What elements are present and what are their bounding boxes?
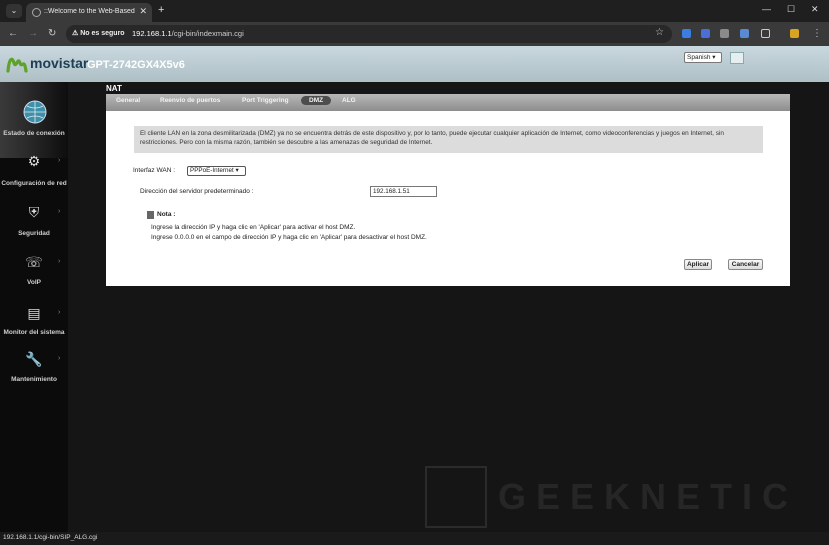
nat-subnav: General Reenvío de puertos Port Triggeri… [106, 94, 790, 111]
movistar-logo-icon [6, 57, 28, 73]
note-line-1: Ingrese la dirección IP y haga clic en '… [151, 224, 356, 231]
bookmark-star-icon[interactable]: ☆ [655, 27, 664, 38]
url-field[interactable]: ⚠ No es seguro 192.168.1.1/cgi-bin/index… [66, 25, 672, 43]
router-page: movistar GPT-2742GX4X5v6 Spanish ▾ NAT G… [0, 46, 829, 532]
sidebar-item-voip[interactable]: ☏ › VoIP [0, 253, 68, 297]
sidebar-item-security[interactable]: ⛨ › Seguridad [0, 203, 68, 247]
phone-icon: ☏ [25, 254, 43, 270]
chevron-right-icon: › [58, 355, 61, 362]
close-tab-icon[interactable]: ✕ [139, 6, 147, 17]
url-path: /cgi-bin/indexmain.cgi [171, 29, 244, 38]
chevron-right-icon: › [58, 309, 61, 316]
globe-icon [23, 100, 47, 124]
tab-port-triggering[interactable]: Port Triggering [242, 97, 289, 104]
tab-dmz[interactable]: DMZ [301, 96, 332, 105]
minimize-icon[interactable]: — [762, 4, 771, 14]
url-text: 192.168.1.1/cgi-bin/indexmain.cgi [132, 29, 244, 38]
browser-tab-bar: ⌄ ::Welcome to the Web-Based C ✕ + — ☐ ✕ [0, 0, 829, 22]
sidebar-label: Mantenimiento [11, 376, 57, 383]
note-line-2: Ingrese 0.0.0.0 en el campo de dirección… [151, 234, 427, 241]
browser-status-bar: 192.168.1.1/cgi-bin/SIP_ALG.cgi [0, 532, 829, 545]
reload-icon[interactable]: ↻ [48, 28, 56, 39]
dmz-info-box: El cliente LAN en la zona desmilitarizad… [134, 126, 763, 153]
tab-general[interactable]: General [116, 97, 140, 104]
watermark-text: GEEKNETIC [498, 476, 799, 517]
tab-alg[interactable]: ALG [342, 97, 356, 104]
chevron-right-icon: › [58, 208, 61, 215]
extension-icon[interactable] [701, 29, 710, 38]
wan-interface-value: PPPoE-Internet [190, 167, 234, 174]
shield-icon: ⛨ [28, 204, 40, 220]
sidebar-label: Seguridad [18, 230, 50, 237]
not-secure-badge[interactable]: ⚠ No es seguro [72, 29, 125, 37]
logout-icon[interactable] [730, 52, 744, 64]
extension-icon[interactable] [740, 29, 749, 38]
sidebar-item-maintenance[interactable]: 🔧 › Mantenimiento [0, 350, 68, 390]
sidebar-label: Configuración de red [1, 180, 67, 187]
sidebar-item-connection-status[interactable]: Estado de conexión [0, 82, 68, 152]
cancel-button[interactable]: Cancelar [728, 259, 763, 270]
brand-name: movistar [30, 55, 89, 71]
tab-search-icon[interactable]: ⌄ [6, 4, 22, 18]
back-icon[interactable]: ← [8, 28, 18, 39]
new-tab-icon[interactable]: + [158, 4, 164, 16]
server-address-label: Dirección del servidor predeterminado : [140, 188, 254, 195]
extensions-puzzle-icon[interactable] [761, 29, 770, 38]
server-address-input[interactable]: 192.168.1.51 [370, 186, 437, 197]
sidebar-label: VoIP [27, 279, 41, 286]
address-bar: ← → ↻ ⚠ No es seguro 192.168.1.1/cgi-bin… [0, 22, 829, 46]
router-header: movistar GPT-2742GX4X5v6 Spanish ▾ [0, 46, 829, 82]
sidebar-item-network-config[interactable]: ⚙ › Configuración de red [0, 152, 68, 202]
language-value: Spanish [687, 54, 711, 61]
tab-title: ::Welcome to the Web-Based C [44, 8, 136, 15]
wrench-icon: 🔧 [25, 351, 43, 367]
wan-interface-label: Interfaz WAN : [133, 167, 176, 174]
close-window-icon[interactable]: ✕ [811, 4, 819, 15]
browser-tab[interactable]: ::Welcome to the Web-Based C ✕ [26, 3, 152, 22]
sidebar-item-system-monitor[interactable]: ▤ › Monitor del sistema [0, 304, 68, 350]
dmz-panel: El cliente LAN en la zona desmilitarizad… [106, 111, 790, 286]
tab-port-forwarding[interactable]: Reenvío de puertos [160, 97, 220, 104]
status-url: 192.168.1.1/cgi-bin/SIP_ALG.cgi [3, 534, 98, 541]
chevron-right-icon: › [58, 157, 61, 164]
profile-icon[interactable] [790, 29, 799, 38]
note-icon [147, 211, 154, 219]
globe-favicon-icon [32, 8, 41, 17]
extension-icon[interactable] [682, 29, 691, 38]
monitor-icon: ▤ [27, 305, 41, 321]
maximize-icon[interactable]: ☐ [787, 4, 795, 15]
wan-interface-select[interactable]: PPPoE-Internet ▾ [187, 166, 246, 176]
chevron-right-icon: › [58, 258, 61, 265]
forward-icon[interactable]: → [28, 28, 38, 39]
note-title: Nota : [157, 211, 176, 218]
browser-menu-icon[interactable]: ⋮ [812, 28, 822, 39]
url-host: 192.168.1.1 [132, 29, 172, 38]
sidebar-label: Monitor del sistema [3, 329, 65, 336]
apply-button[interactable]: Aplicar [684, 259, 712, 270]
language-select[interactable]: Spanish ▾ [684, 52, 722, 63]
extension-icon[interactable] [720, 29, 729, 38]
section-title: NAT [106, 84, 122, 93]
not-secure-label: No es seguro [80, 30, 125, 37]
watermark-logo-icon [425, 466, 487, 528]
sidebar: Estado de conexión ⚙ › Configuración de … [0, 82, 68, 532]
model-name: GPT-2742GX4X5v6 [87, 59, 185, 71]
sidebar-label: Estado de conexión [3, 130, 65, 137]
gears-icon: ⚙ [27, 153, 41, 169]
